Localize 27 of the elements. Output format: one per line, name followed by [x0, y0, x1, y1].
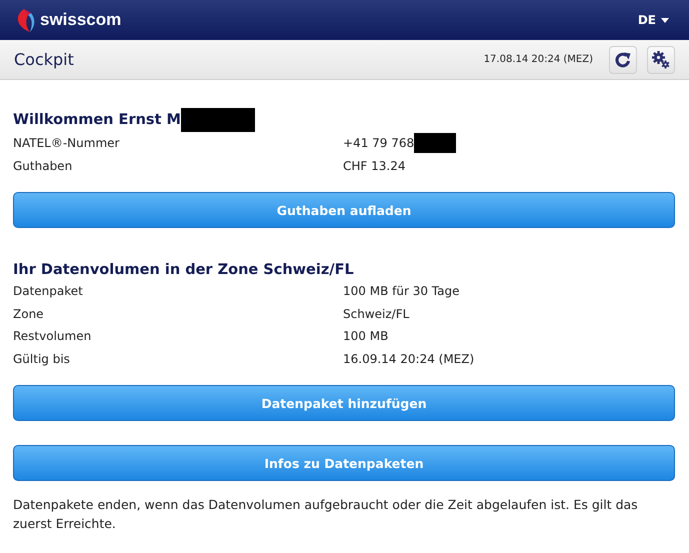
field-value: CHF 13.24 — [343, 158, 406, 173]
field-label: Guthaben — [13, 158, 74, 173]
language-dropdown[interactable]: DE — [632, 13, 675, 27]
field-value: 100 MB für 30 Tage — [343, 284, 460, 298]
info-note: Datenpakete enden, wenn das Datenvolumen aufgebraucht oder die Zeit abgelaufen ist. Es gilt das zuerst Erreichte. — [13, 496, 639, 533]
field-label: Gültig bis — [13, 352, 71, 366]
caret-icon — [661, 18, 669, 22]
action-button[interactable]: Infos zu Datenpaketen — [13, 445, 675, 481]
field-label: NATEL®-Nummer — [13, 136, 120, 150]
timestamp: 17.08.14 20:24 (MEZ) — [484, 54, 593, 65]
field-value: +41 79 768 — [343, 136, 414, 150]
refresh-button[interactable] — [609, 46, 637, 74]
section-heading: Ihr Datenvolumen in der Zone Schweiz/FL — [13, 262, 355, 278]
settings-button[interactable] — [647, 46, 675, 74]
welcome-heading: Willkommen Ernst M — [13, 112, 181, 128]
action-button[interactable]: Datenpaket hinzufügen — [13, 385, 675, 421]
field-label: Zone — [13, 306, 45, 321]
field-label: Datenpaket — [13, 284, 84, 298]
page-title: Cockpit — [14, 50, 74, 69]
refresh-icon — [614, 50, 632, 68]
field-value: Schweiz/FL — [343, 306, 410, 321]
field-label: Restvolumen — [13, 329, 92, 344]
field-value: 16.09.14 20:24 (MEZ) — [343, 352, 474, 366]
field-value: 100 MB — [343, 329, 388, 344]
top-up-button[interactable]: Guthaben aufladen — [13, 192, 675, 228]
brand-name: swisscom — [40, 10, 122, 30]
settings-icon — [651, 50, 671, 70]
